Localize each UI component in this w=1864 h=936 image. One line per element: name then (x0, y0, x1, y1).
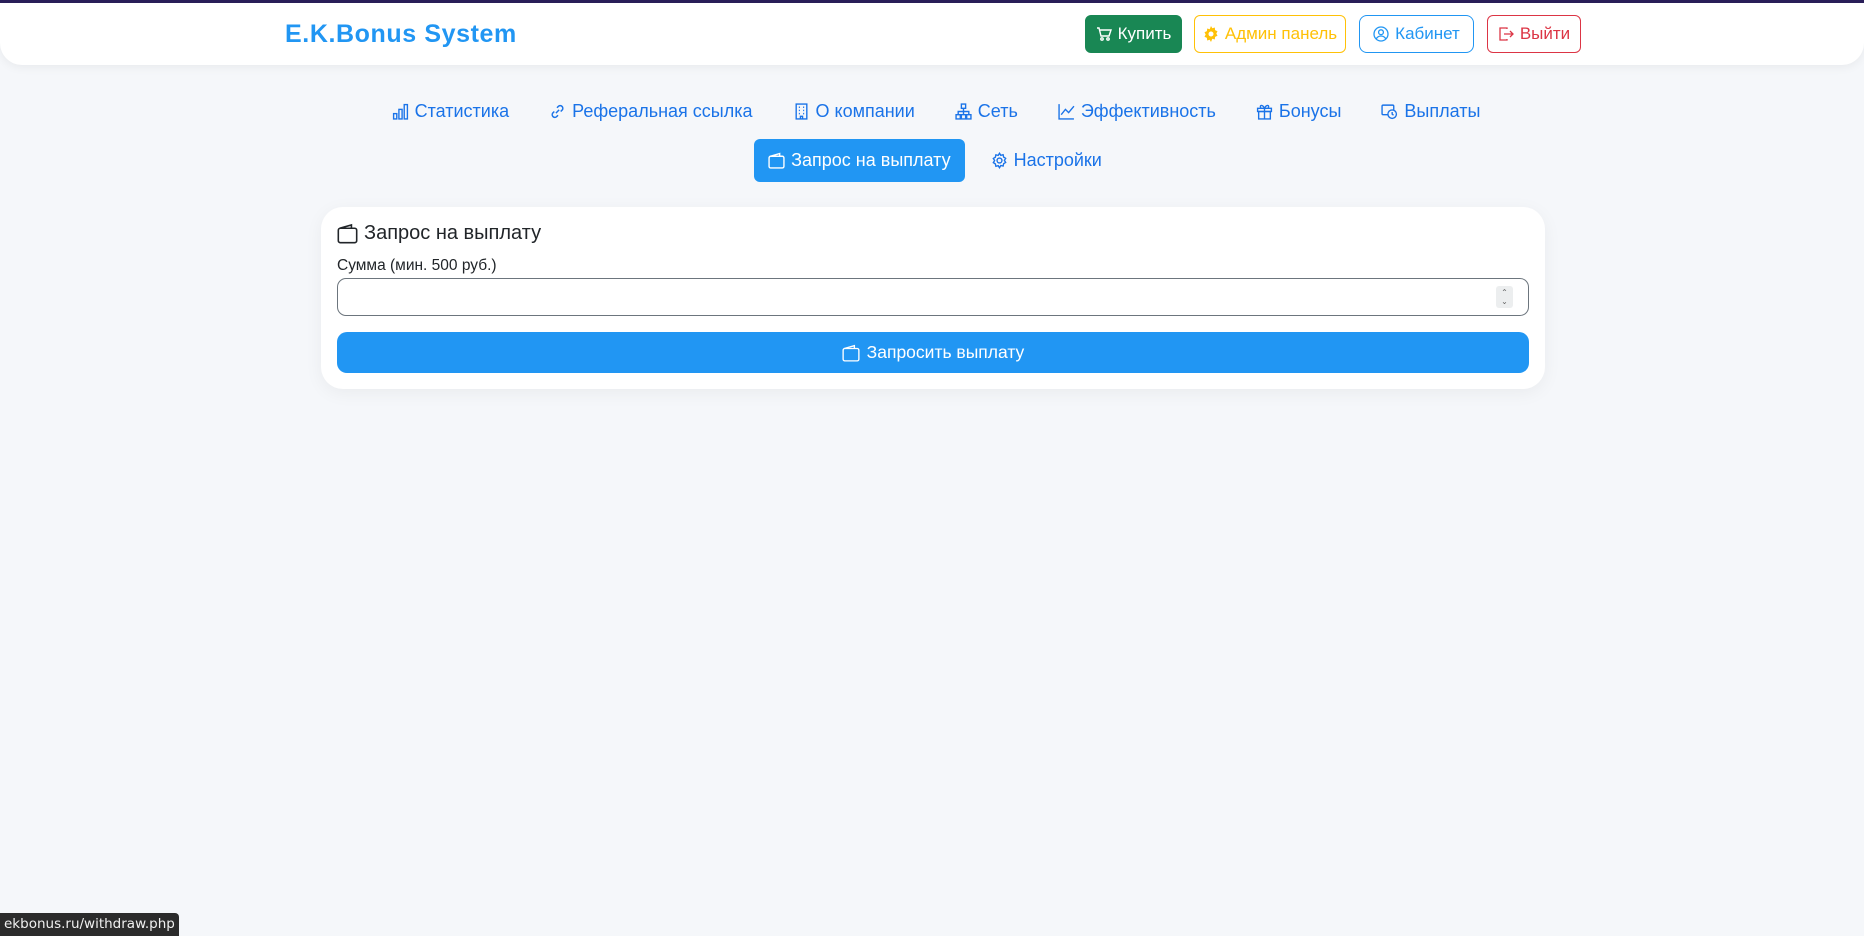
wallet-icon (842, 344, 860, 362)
request-payout-label: Запросить выплату (866, 342, 1025, 362)
card-title-text: Запрос на выплату (364, 222, 542, 244)
wallet-icon (768, 152, 785, 169)
tab-efficiency[interactable]: Эффективность (1044, 90, 1230, 133)
amount-input[interactable] (337, 278, 1529, 316)
amount-label: Сумма (мин. 500 руб.) (337, 257, 497, 274)
tab-label: Статистика (414, 101, 510, 121)
payments-icon (1381, 104, 1398, 120)
link-status-bar: ekbonus.ru/withdraw.php (0, 913, 179, 936)
tab-about-company[interactable]: О компании (779, 90, 929, 133)
payout-request-card: Запрос на выплату Сумма (мин. 500 руб.) … (321, 207, 1545, 389)
gift-icon (1256, 104, 1273, 120)
cabinet-button-label: Кабинет (1395, 24, 1460, 43)
line-chart-icon (1058, 104, 1075, 120)
buy-button-label: Купить (1117, 24, 1172, 43)
spinner-down-icon[interactable]: ⌄ (1501, 297, 1508, 306)
logout-button[interactable]: Выйти (1487, 15, 1581, 53)
cabinet-button[interactable]: Кабинет (1359, 15, 1474, 53)
card-title: Запрос на выплату (337, 222, 541, 245)
buy-button[interactable]: Купить (1085, 15, 1182, 53)
admin-panel-button[interactable]: Админ панель (1194, 15, 1346, 53)
logout-icon (1499, 27, 1514, 41)
tab-settings[interactable]: Настройки (977, 139, 1116, 182)
top-navbar: E.K.Bonus System Купить Админ панель Каб… (0, 3, 1864, 65)
tab-label: Выплаты (1404, 101, 1481, 121)
network-icon (955, 103, 972, 120)
tab-label: Эффективность (1080, 101, 1216, 121)
link-icon (551, 104, 564, 119)
spinner-up-icon[interactable]: ⌃ (1501, 288, 1508, 297)
tab-label: Запрос на выплату (791, 150, 951, 170)
request-payout-button[interactable]: Запросить выплату (337, 332, 1529, 373)
tab-payments[interactable]: Выплаты (1367, 90, 1494, 133)
tab-label: Сеть (977, 101, 1018, 121)
wallet-icon (337, 223, 358, 244)
gear-icon (991, 152, 1007, 169)
admin-panel-label: Админ панель (1224, 24, 1338, 43)
amount-spinner[interactable]: ⌃ ⌄ (1496, 286, 1513, 308)
tab-statistics[interactable]: Статистика (378, 90, 524, 133)
tab-referral-link[interactable]: Реферальная ссылка (535, 90, 766, 133)
bar-chart-icon (392, 103, 408, 120)
tab-label: О компании (815, 101, 915, 121)
tab-label: Реферальная ссылка (572, 101, 753, 121)
gear-icon (1204, 26, 1218, 42)
user-circle-icon (1373, 26, 1389, 42)
logout-button-label: Выйти (1519, 24, 1571, 43)
brand-logo[interactable]: E.K.Bonus System (285, 20, 517, 49)
building-icon (794, 103, 808, 120)
tab-payout-request[interactable]: Запрос на выплату (754, 139, 965, 182)
tab-label: Настройки (1013, 150, 1102, 170)
nav-tabs-row-1: Статистика Реферальная ссылка О компании… (0, 90, 1864, 133)
tab-bonuses[interactable]: Бонусы (1242, 90, 1356, 133)
nav-tabs-row-2: Запрос на выплату Настройки (0, 139, 1864, 182)
cart-icon (1096, 27, 1112, 41)
tab-network[interactable]: Сеть (941, 90, 1032, 133)
tab-label: Бонусы (1278, 101, 1342, 121)
